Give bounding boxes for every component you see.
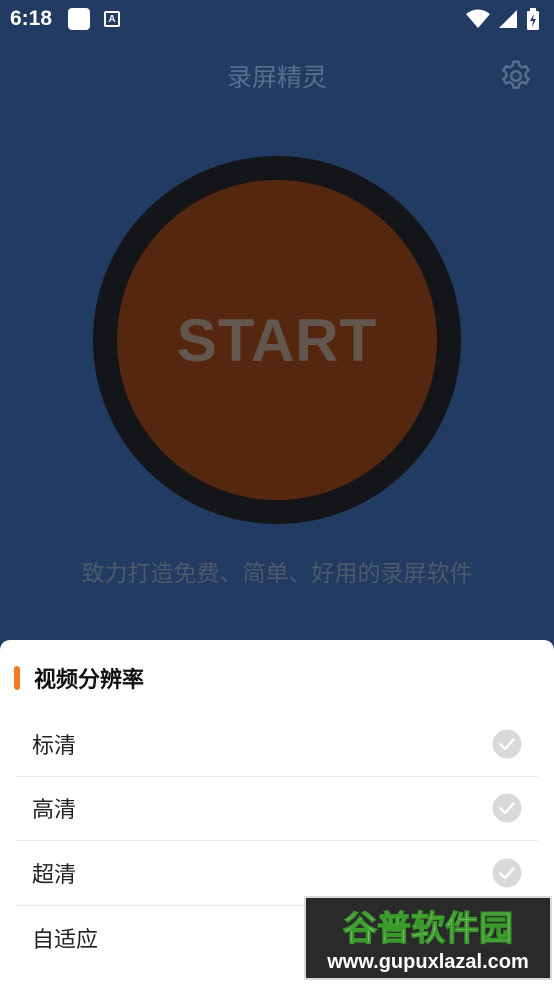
gear-icon	[502, 60, 530, 89]
accent-bar	[14, 666, 20, 690]
status-time: 6:18	[10, 7, 53, 30]
option-label: 自适应	[32, 927, 99, 953]
battery-icon	[527, 8, 539, 30]
notification-icon	[68, 8, 91, 30]
option-label: 高清	[32, 798, 77, 824]
resolution-option-sd[interactable]: 标清	[16, 712, 538, 777]
sheet-header: 视频分辨率	[14, 662, 144, 694]
status-bar: 6:18 A	[0, 0, 554, 38]
check-circle-icon	[492, 793, 522, 823]
start-button-ring: START	[93, 156, 461, 524]
keyboard-notification-icon: A	[104, 11, 121, 27]
check-circle-icon	[492, 858, 522, 888]
check-circle-icon	[492, 729, 522, 759]
watermark-url: www.gupuxlazal.com	[326, 951, 529, 973]
watermark-logo: 谷普软件园 www.gupuxlazal.com	[304, 896, 552, 980]
status-icons	[466, 8, 540, 30]
slogan-text: 致力打造免费、简单、好用的录屏软件	[81, 561, 473, 587]
app-title: 录屏精灵	[226, 63, 327, 92]
sheet-title: 视频分辨率	[34, 668, 145, 693]
option-label: 超清	[32, 862, 77, 888]
option-label: 标清	[32, 733, 77, 759]
resolution-option-hd[interactable]: 高清	[16, 777, 538, 841]
cellular-signal-icon	[499, 10, 517, 28]
watermark-brand: 谷普软件园	[343, 909, 513, 949]
title-bar: 录屏精灵	[0, 48, 554, 104]
wifi-icon	[466, 9, 490, 28]
start-button[interactable]: START	[117, 180, 437, 500]
settings-button[interactable]	[498, 58, 534, 94]
